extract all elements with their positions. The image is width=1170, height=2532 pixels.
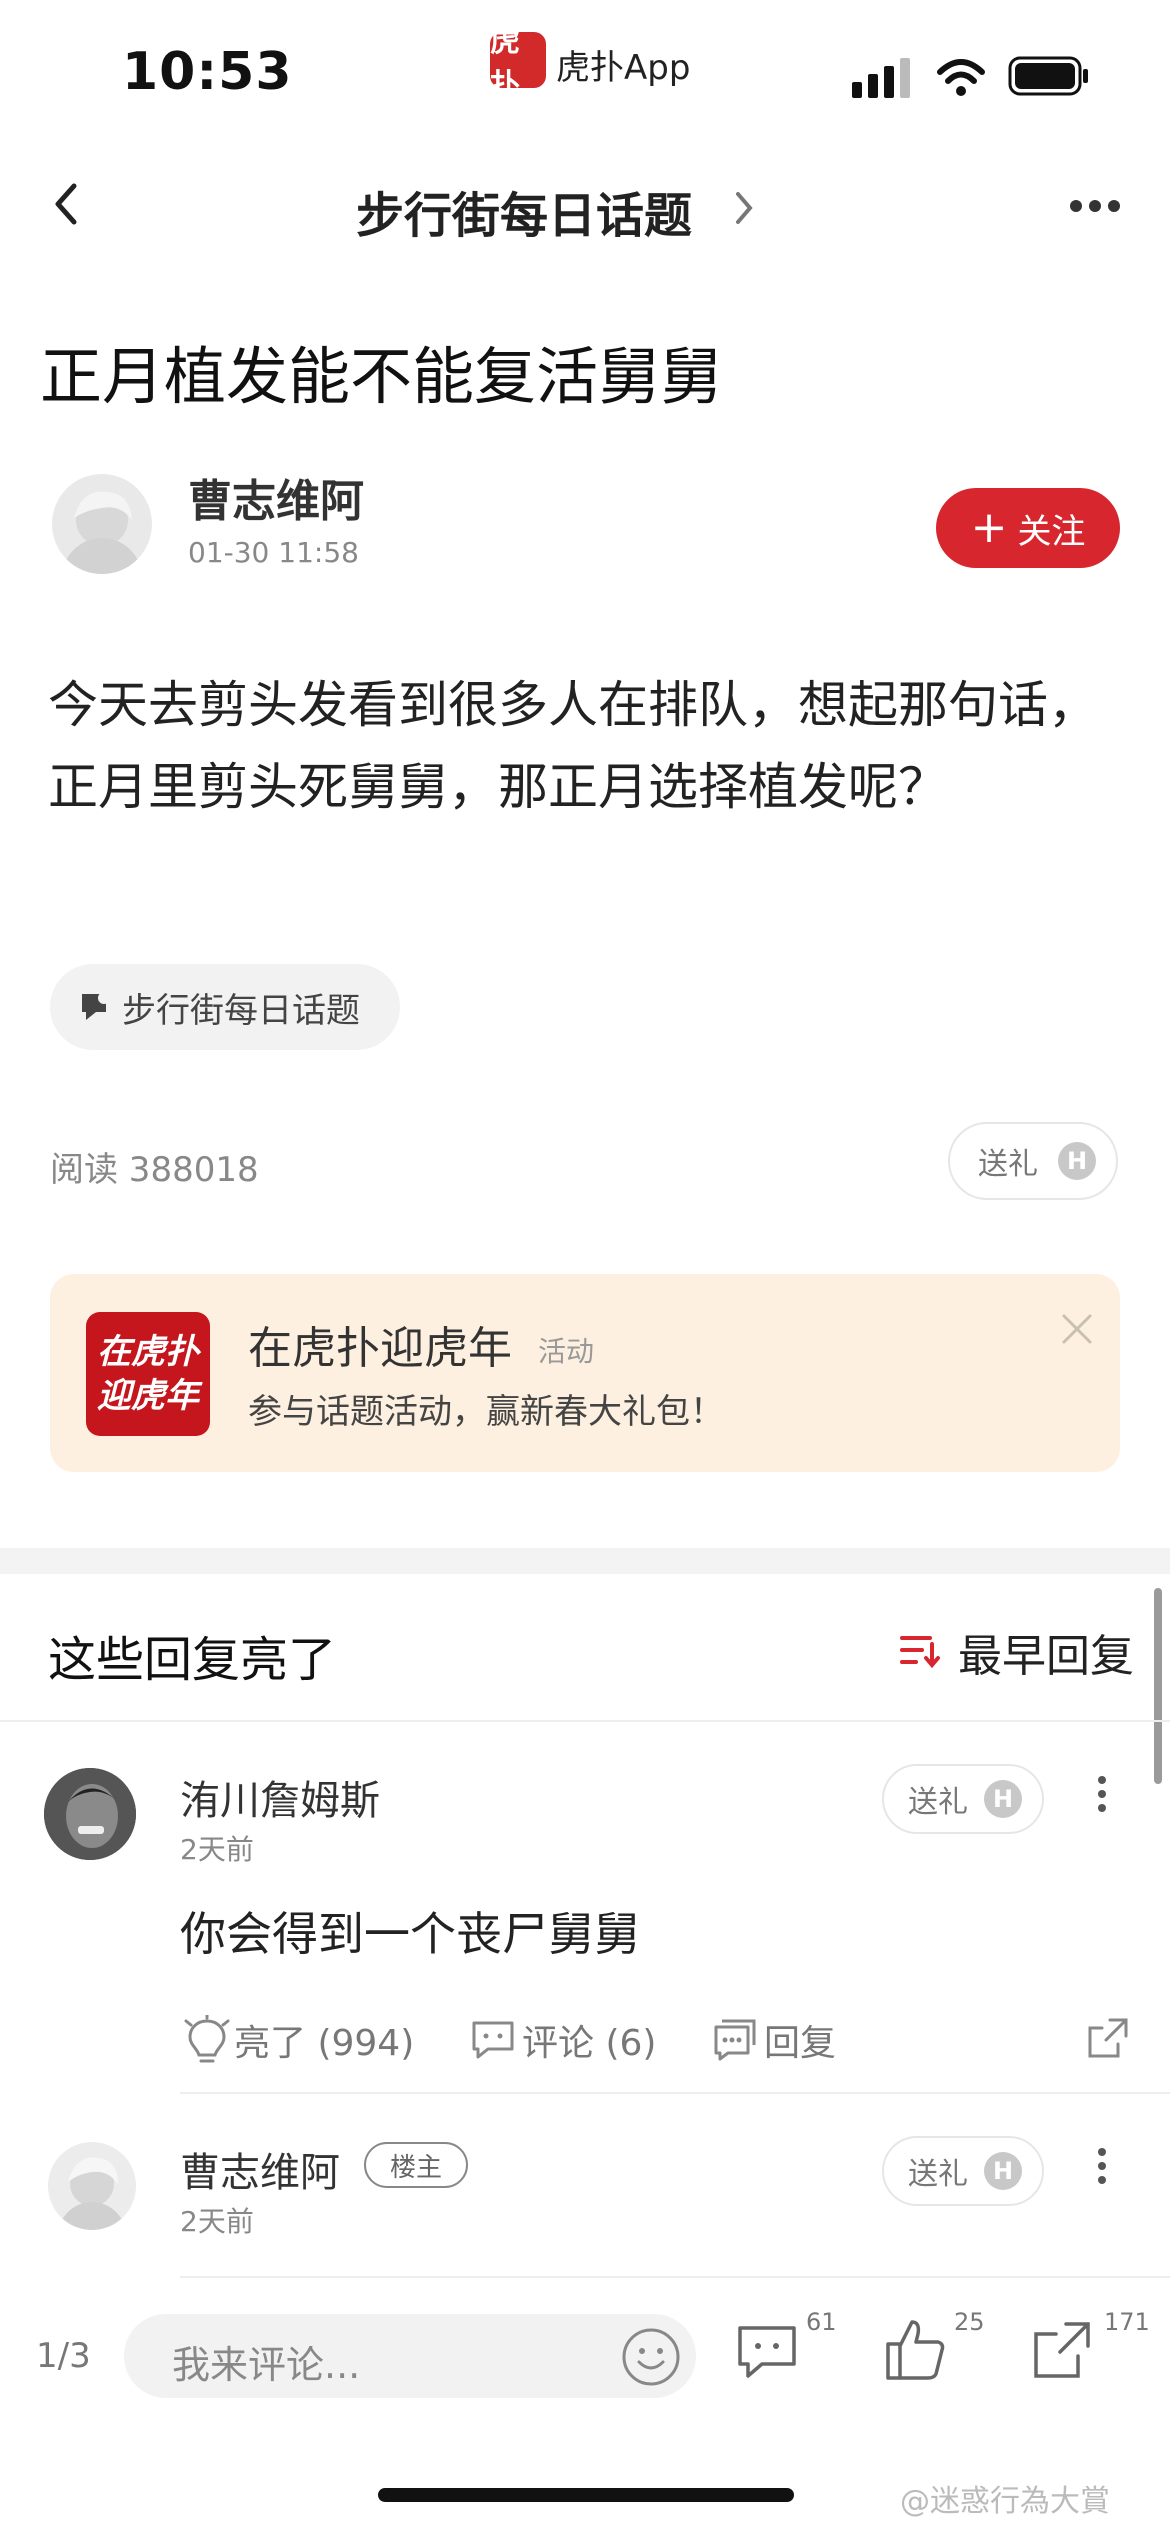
lightbulb-icon bbox=[184, 2015, 230, 2063]
section-separator bbox=[0, 1548, 1170, 1574]
follow-label: 关注 bbox=[1017, 511, 1086, 552]
page-indicator[interactable]: 1/3 bbox=[36, 2336, 91, 2376]
share-icon[interactable] bbox=[1030, 2318, 1094, 2382]
topic-tag-label: 步行街每日话题 bbox=[122, 990, 360, 1031]
close-icon[interactable] bbox=[1060, 1312, 1094, 1346]
gift-button[interactable]: 送礼 H bbox=[948, 1122, 1118, 1200]
read-count: 阅读 388018 bbox=[50, 1150, 259, 1190]
reply-author[interactable]: 洧川詹姆斯 bbox=[180, 1768, 380, 1826]
forum-title[interactable]: 步行街每日话题 bbox=[356, 176, 692, 246]
share-icon[interactable] bbox=[1084, 2016, 1130, 2062]
like-count: 25 bbox=[954, 2308, 985, 2336]
reply-button[interactable]: 回复 bbox=[712, 2014, 836, 2066]
activity-tag: 活动 bbox=[538, 1335, 595, 1368]
gift-label: 送礼 bbox=[908, 1785, 968, 1820]
battery-icon bbox=[1008, 56, 1088, 96]
reply-gift-button[interactable]: 送礼 H bbox=[882, 1764, 1044, 1834]
author-avatar[interactable] bbox=[52, 474, 152, 574]
light-label: 亮了 (994) bbox=[234, 2023, 415, 2064]
reply-label: 回复 bbox=[764, 2023, 837, 2064]
back-icon[interactable] bbox=[48, 180, 84, 230]
hupu-coin-icon: H bbox=[984, 2152, 1022, 2190]
status-time: 10:53 bbox=[122, 42, 293, 102]
topic-tag-icon bbox=[82, 992, 110, 1020]
reply-text: 你会得到一个丧尸舅舅 bbox=[180, 1907, 640, 1961]
sort-button[interactable] bbox=[898, 1628, 942, 1676]
emoji-icon[interactable] bbox=[620, 2326, 682, 2388]
thumbs-up-icon[interactable] bbox=[882, 2316, 948, 2382]
reply-time: 2天前 bbox=[180, 1833, 254, 1866]
activity-subtitle: 参与话题活动，赢新春大礼包！ bbox=[248, 1392, 724, 1432]
divider bbox=[180, 2092, 1170, 2094]
post-title: 正月植发能不能复活舅舅 bbox=[40, 340, 723, 413]
reply-icon bbox=[714, 2019, 756, 2061]
share-count: 171 bbox=[1104, 2308, 1150, 2336]
activity-title: 在虎扑迎虎年 bbox=[248, 1323, 512, 1374]
reply-more-icon[interactable] bbox=[1094, 2146, 1110, 2186]
more-options-icon[interactable] bbox=[1068, 198, 1122, 214]
divider bbox=[180, 2276, 1170, 2278]
watermark: @迷惑行為大賞 bbox=[900, 2484, 1110, 2519]
op-badge: 楼主 bbox=[364, 2142, 468, 2188]
comment-input-placeholder: 我来评论... bbox=[172, 2343, 361, 2387]
post-time: 01-30 11:58 bbox=[188, 536, 359, 569]
topic-tag[interactable]: 步行街每日话题 bbox=[50, 964, 400, 1050]
activity-logo: 在虎扑 迎虎年 bbox=[86, 1312, 210, 1436]
reply-avatar[interactable] bbox=[44, 1768, 136, 1860]
light-button[interactable]: 亮了 (994) bbox=[184, 2014, 414, 2066]
home-indicator[interactable] bbox=[378, 2488, 794, 2502]
sort-label[interactable]: 最早回复 bbox=[958, 1620, 1134, 1684]
author-name[interactable]: 曹志维阿 bbox=[188, 465, 364, 529]
reply-more-icon[interactable] bbox=[1094, 1774, 1110, 1814]
gift-label: 送礼 bbox=[908, 2157, 968, 2192]
scrollbar[interactable] bbox=[1154, 1588, 1162, 1784]
comment-icon bbox=[472, 2021, 514, 2059]
app-logo: 虎扑 bbox=[490, 24, 546, 103]
gift-label: 送礼 bbox=[978, 1147, 1038, 1182]
activity-banner[interactable]: 在虎扑 迎虎年 在虎扑迎虎年 活动 参与话题活动，赢新春大礼包！ bbox=[50, 1274, 1120, 1472]
comment-label: 评论 (6) bbox=[522, 2023, 657, 2064]
activity-logo-line2: 迎虎年 bbox=[97, 1376, 199, 1416]
reply-avatar[interactable] bbox=[48, 2142, 136, 2230]
reply-gift-button[interactable]: 送礼 H bbox=[882, 2136, 1044, 2206]
post-body: 今天去剪头发看到很多人在排队，想起那句话，正月里剪头死舅舅，那正月选择植发呢？ bbox=[48, 676, 1098, 816]
divider bbox=[0, 1720, 1170, 1722]
highlighted-replies-title: 这些回复亮了 bbox=[48, 1632, 337, 1688]
follow-button[interactable]: + 关注 bbox=[936, 488, 1120, 568]
reply-time: 2天前 bbox=[180, 2205, 254, 2238]
hupu-coin-icon: H bbox=[984, 1780, 1022, 1818]
activity-logo-line1: 在虎扑 bbox=[97, 1332, 199, 1372]
comments-icon[interactable] bbox=[736, 2322, 800, 2384]
cellular-signal-icon bbox=[852, 58, 910, 98]
comment-button[interactable]: 评论 (6) bbox=[470, 2014, 656, 2066]
app-name: 虎扑App bbox=[556, 48, 691, 88]
chevron-right-icon[interactable] bbox=[730, 188, 758, 228]
plus-icon: + bbox=[970, 502, 1008, 553]
sort-icon bbox=[900, 1636, 940, 1669]
hupu-coin-icon: H bbox=[1058, 1142, 1096, 1180]
comment-input[interactable]: 我来评论... bbox=[124, 2314, 696, 2398]
wifi-icon bbox=[937, 59, 985, 96]
reply-author[interactable]: 曹志维阿 bbox=[180, 2140, 340, 2198]
comment-count: 61 bbox=[806, 2308, 837, 2336]
